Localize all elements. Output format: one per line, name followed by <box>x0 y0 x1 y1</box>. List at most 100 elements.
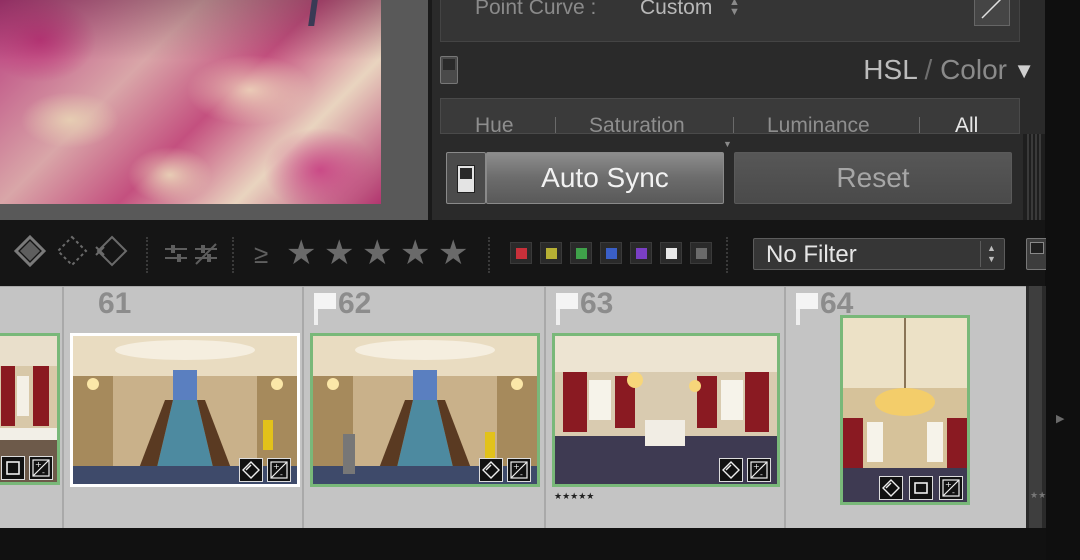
banquet-hall-photo <box>555 336 777 484</box>
star-icon[interactable]: ★ <box>362 234 396 272</box>
tab-saturation[interactable]: Saturation <box>589 114 685 133</box>
tab-divider <box>555 117 556 133</box>
thumbnail-image[interactable]: + - <box>840 315 970 505</box>
filter-lock-toggle[interactable] <box>1026 238 1048 270</box>
edit-point-curve-button[interactable] <box>974 0 1010 26</box>
tab-hue[interactable]: Hue <box>475 114 514 133</box>
color-title[interactable]: Color <box>940 54 1007 85</box>
chandelier-room-photo <box>843 318 967 502</box>
hsl-tab-bar: Hue Saturation Luminance All <box>440 98 1020 134</box>
preview-shade <box>0 0 381 60</box>
star-icon[interactable]: ★ <box>324 234 358 272</box>
master-copy-filter-icon[interactable] <box>162 242 190 266</box>
crop-frame-badge-icon <box>909 476 933 500</box>
crop-badge-icon <box>1 456 25 480</box>
color-label-none[interactable] <box>690 242 712 264</box>
color-label-purple[interactable] <box>630 242 652 264</box>
reset-button[interactable]: Reset <box>734 152 1012 204</box>
svg-text:+: + <box>35 460 42 469</box>
thumbnail-image[interactable]: + - <box>310 333 540 487</box>
thumbnail-image[interactable]: + - <box>70 333 300 487</box>
color-label-blue[interactable] <box>600 242 622 264</box>
filter-divider <box>232 237 234 273</box>
develop-adjust-badge-icon: + - <box>939 476 963 500</box>
right-panel-gutter <box>1046 0 1080 560</box>
collapse-triangle-icon[interactable]: ▼ <box>1013 58 1035 84</box>
svg-text:+: + <box>513 462 520 471</box>
point-curve-select[interactable]: Custom <box>640 0 712 20</box>
flag-filter-picked-icon[interactable] <box>10 233 50 273</box>
rating-operator[interactable]: ≥ <box>254 239 268 270</box>
point-curve-arrows-icon[interactable]: ▲ ▼ <box>729 0 740 18</box>
svg-text:-: - <box>952 488 955 497</box>
color-label-red[interactable] <box>510 242 532 264</box>
tab-divider <box>919 117 920 133</box>
filter-preset-value: No Filter <box>766 241 857 268</box>
svg-text:-: - <box>42 468 45 477</box>
tab-all[interactable]: All <box>955 114 978 133</box>
star-icon[interactable]: ★ <box>400 234 434 272</box>
svg-text:+: + <box>945 480 952 489</box>
develop-adjust-badge-icon: + - <box>267 458 291 482</box>
color-label-yellow[interactable] <box>540 242 562 264</box>
filter-divider <box>726 237 728 273</box>
cell-number: 61 <box>98 287 132 320</box>
filmstrip-cell[interactable]: + - <box>0 287 64 529</box>
filmstrip-cell-64[interactable]: 64 + - <box>786 287 1026 529</box>
filter-preset-select[interactable]: No Filter ▲ ▼ <box>753 238 1005 270</box>
filmstrip-cell-63[interactable]: 63 + - ★★★★★ <box>546 287 786 529</box>
hsl-title[interactable]: HSL <box>863 54 916 85</box>
filmstrip-next-cell-partial[interactable]: ★★ <box>1026 286 1046 528</box>
show-right-panel-arrow-icon[interactable]: ▶ <box>1056 412 1064 425</box>
crop-badge-icon <box>479 458 503 482</box>
develop-adjust-badge-icon: + - <box>29 456 53 480</box>
rating-filter-stars: ★ ★ ★ ★ ★ <box>286 234 476 272</box>
preview-bottom-gutter <box>0 204 428 220</box>
svg-text:+: + <box>753 462 760 471</box>
hsl-panel-toggle[interactable] <box>440 56 458 84</box>
select-arrows-icon: ▲ ▼ <box>980 241 1002 267</box>
filter-divider <box>146 237 148 273</box>
panel-end-caret-icon: ▼ <box>723 139 732 149</box>
star-icon[interactable]: ★ <box>438 234 472 272</box>
virtual-copy-filter-icon[interactable] <box>192 242 220 266</box>
bottom-bar <box>0 528 1046 560</box>
hsl-color-header[interactable]: HSL / Color <box>863 54 1007 86</box>
tab-luminance[interactable]: Luminance <box>767 114 870 133</box>
flag-filter-unflagged-icon[interactable] <box>54 233 90 273</box>
sync-mode-switch[interactable] <box>446 152 486 204</box>
crop-badge-icon <box>239 458 263 482</box>
cell-number: 62 <box>338 287 372 320</box>
preview-gutter <box>381 0 428 220</box>
svg-text:-: - <box>520 470 523 479</box>
crop-badge-icon <box>719 458 743 482</box>
filter-divider <box>488 237 490 273</box>
develop-right-panel: Point Curve : Custom ▲ ▼ HSL / Color ▼ Hu… <box>428 0 1045 220</box>
develop-adjust-badge-icon: + - <box>747 458 771 482</box>
svg-text:-: - <box>760 470 763 479</box>
filmstrip-cell-62[interactable]: 62 + - <box>304 287 546 529</box>
svg-text:-: - <box>280 470 283 479</box>
pick-flag-icon[interactable] <box>796 293 818 325</box>
partial-rating: ★★ <box>1030 490 1047 500</box>
point-curve-label: Point Curve : <box>475 0 597 19</box>
pick-flag-icon[interactable] <box>556 293 578 325</box>
filmstrip-cell-61[interactable]: 61 + - <box>64 287 304 529</box>
develop-adjust-badge-icon: + - <box>507 458 531 482</box>
tone-curve-section: Point Curve : Custom ▲ ▼ <box>440 0 1020 42</box>
auto-sync-button[interactable]: Auto Sync <box>486 152 724 204</box>
star-icon[interactable]: ★ <box>286 234 320 272</box>
crop-badge-icon <box>879 476 903 500</box>
panel-scrollbar[interactable] <box>1023 134 1045 220</box>
thumbnail-image[interactable]: + - <box>552 333 780 487</box>
thumbnail-image[interactable]: + - <box>0 333 60 485</box>
grand-staircase-photo <box>73 336 297 484</box>
color-label-custom[interactable] <box>660 242 682 264</box>
svg-text:+: + <box>273 462 280 471</box>
flag-filter-rejected-icon[interactable] <box>92 233 132 273</box>
curve-edit-icon <box>981 0 1002 19</box>
filmstrip-filter-bar: ≥ ★ ★ ★ ★ ★ No Filter ▲ ▼ <box>0 220 1048 286</box>
pick-flag-icon[interactable] <box>314 293 336 325</box>
color-label-green[interactable] <box>570 242 592 264</box>
hsl-title-separator: / <box>924 54 933 85</box>
